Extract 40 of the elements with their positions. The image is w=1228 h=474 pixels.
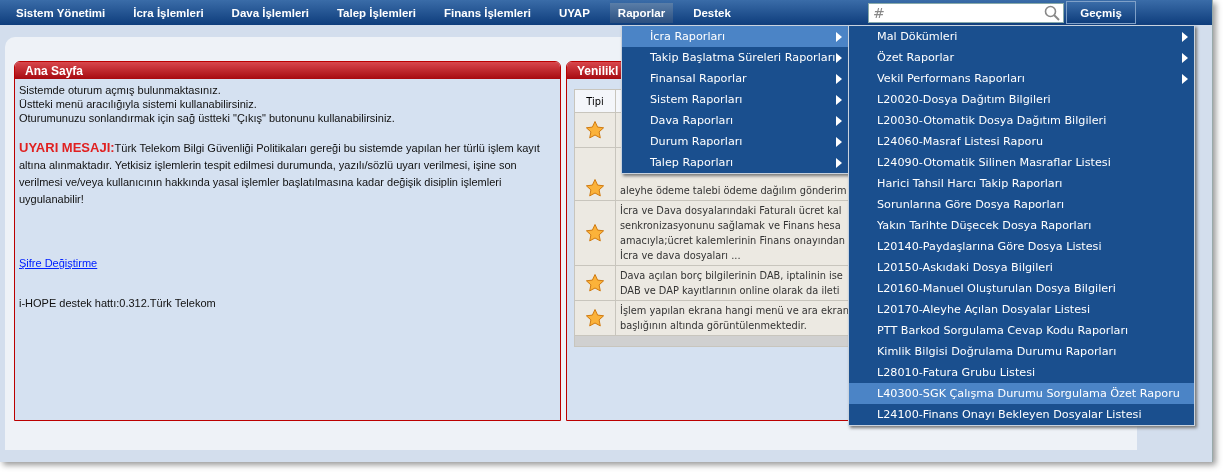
star-icon [585, 273, 605, 293]
star-icon [585, 308, 605, 328]
panel-title: Ana Sayfa [25, 63, 84, 78]
menu-item[interactable]: Takip Başlatma Süreleri Raporları [622, 47, 848, 68]
star-icon [585, 223, 605, 243]
menu-tab[interactable]: Raporlar [609, 2, 674, 23]
support-line: i-HOPE destek hattı:0.312.Türk Telekom [19, 296, 217, 310]
menu-item[interactable]: Dava Raporları [622, 110, 848, 131]
menu-tab[interactable]: Destek [685, 2, 739, 23]
search-field[interactable]: # [868, 2, 1064, 23]
info-text: Oturumunuzu sonlandırmak için sağ üstteki "Çıkış" butonunu kullanabilirsiniz. [19, 111, 396, 125]
history-button[interactable]: Geçmiş [1066, 1, 1136, 24]
column-header: Tipi [574, 89, 616, 113]
search-icon [1044, 4, 1060, 21]
menu-item[interactable]: Finansal Raporlar [622, 68, 848, 89]
star-icon [585, 178, 605, 198]
menu-tab[interactable]: Talep İşlemleri [328, 2, 424, 23]
menu-item[interactable]: İcra Raporları [622, 26, 848, 47]
menu-item[interactable]: Mal Dökümleri [849, 26, 1194, 47]
info-text: Sistemde oturum açmış bulunmaktasınız. [19, 83, 222, 97]
panel-title: Yenilikl [577, 63, 619, 78]
menu-tab[interactable]: UYAP [550, 2, 598, 23]
warning-message: UYARI MESAJI:Türk Telekom Bilgi Güvenliği Politikaları gereği bu sistemde yapılan her türlü işlem kayıt altına alınmaktadır. Yetkisiz işlemlerin tespit edilmesi durumunda, yazılı/sözlü uyarı verilmesi, işine son verilmesi ve/veya kullanıcının hakkında yasal işlemler başlatılmasına kadar değişik disiplin işlemleri uygulanabilir! [19, 139, 541, 207]
menu-tab[interactable]: Sistem Yönetimi [8, 2, 114, 23]
info-text: Üstteki menü aracılığıyla sistemi kullanabilirsiniz. [19, 97, 258, 111]
menu-item[interactable]: L24100-Finans Onayı Bekleyen Dosyalar Listesi [849, 404, 1194, 425]
menu-item[interactable]: Vekil Performans Raporları [849, 68, 1194, 89]
menu-tab[interactable]: Dava İşlemleri [223, 2, 317, 23]
menu-item[interactable]: L20030-Otomatik Dosya Dağıtım Bilgileri [849, 110, 1194, 131]
menu-tab[interactable]: İcra İşlemleri [125, 2, 212, 23]
change-password-link[interactable]: Şifre Değiştirme [19, 256, 98, 270]
menu-item[interactable]: Kimlik Bilgisi Doğrulama Durumu Raporları [849, 341, 1194, 362]
menu-item[interactable]: Özet Raporlar [849, 47, 1194, 68]
star-icon [585, 120, 605, 140]
menu-item[interactable]: L20020-Dosya Dağıtım Bilgileri [849, 89, 1194, 110]
menu-item[interactable]: L40300-SGK Çalışma Durumu Sorgulama Özet Raporu [849, 383, 1194, 404]
menu-item[interactable]: L28010-Fatura Grubu Listesi [849, 362, 1194, 383]
menu-item[interactable]: Talep Raporları [622, 152, 848, 173]
menu-tab[interactable]: Finans İşlemleri [436, 2, 539, 23]
menu-item[interactable]: Sistem Raporları [622, 89, 848, 110]
